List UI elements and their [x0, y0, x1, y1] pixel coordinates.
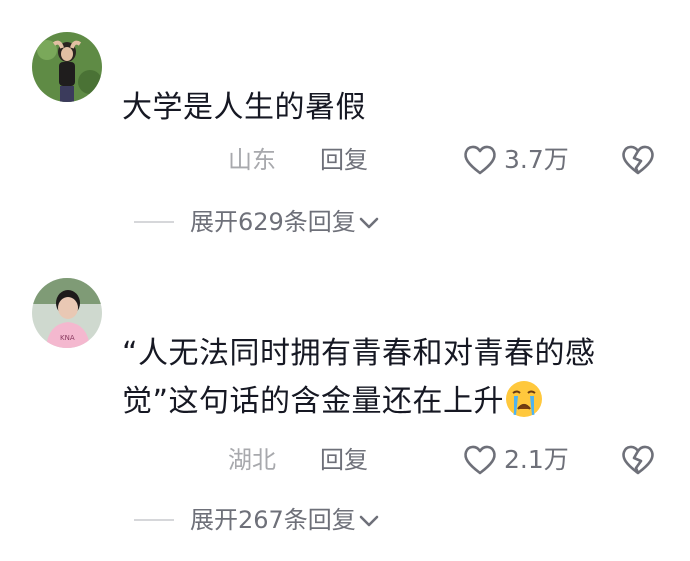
avatar-image: KNA	[32, 278, 102, 348]
user-avatar[interactable]: KNA	[32, 278, 102, 348]
expand-replies: 展开629条回复	[0, 202, 690, 242]
chevron-down-icon	[359, 515, 379, 527]
comment-actions: 山东 回复 3.7万	[0, 140, 690, 180]
expand-replies: 展开267条回复	[0, 500, 690, 540]
expand-replies-button[interactable]: 展开629条回复	[190, 202, 380, 242]
comment-actions: 湖北 回复 2.1万	[0, 440, 690, 480]
comment-text-line-2: 觉”这句话的含金量还在上升	[122, 378, 660, 426]
heart-icon[interactable]	[462, 442, 498, 478]
like-count: 3.7万	[504, 145, 569, 174]
expand-replies-label: 展开267条回复	[190, 506, 356, 534]
reply-button[interactable]: 回复	[320, 140, 368, 180]
comment-text: “人无法同时拥有青春和对青春的感 觉”这句话的含金量还在上升	[122, 330, 660, 426]
like-count: 2.1万	[504, 445, 569, 474]
svg-text:KNA: KNA	[60, 334, 75, 342]
avatar-image	[32, 32, 102, 102]
divider-line	[134, 221, 174, 223]
divider-line	[134, 519, 174, 521]
comment-text: 大学是人生的暑假	[122, 90, 366, 125]
comment-text-line: “人无法同时拥有青春和对青春的感	[122, 336, 596, 371]
ip-region: 山东	[228, 146, 276, 174]
ip-region: 湖北	[228, 446, 276, 474]
comment-text-line: 觉”这句话的含金量还在上升	[122, 384, 505, 419]
reply-button[interactable]: 回复	[320, 440, 368, 480]
broken-heart-icon[interactable]	[620, 442, 656, 478]
heart-icon[interactable]	[462, 142, 498, 178]
crying-emoji-icon	[506, 381, 543, 417]
user-avatar[interactable]	[32, 32, 102, 102]
chevron-down-icon	[359, 217, 379, 229]
broken-heart-icon[interactable]	[620, 142, 656, 178]
expand-replies-label: 展开629条回复	[190, 208, 356, 236]
expand-replies-button[interactable]: 展开267条回复	[190, 500, 380, 540]
